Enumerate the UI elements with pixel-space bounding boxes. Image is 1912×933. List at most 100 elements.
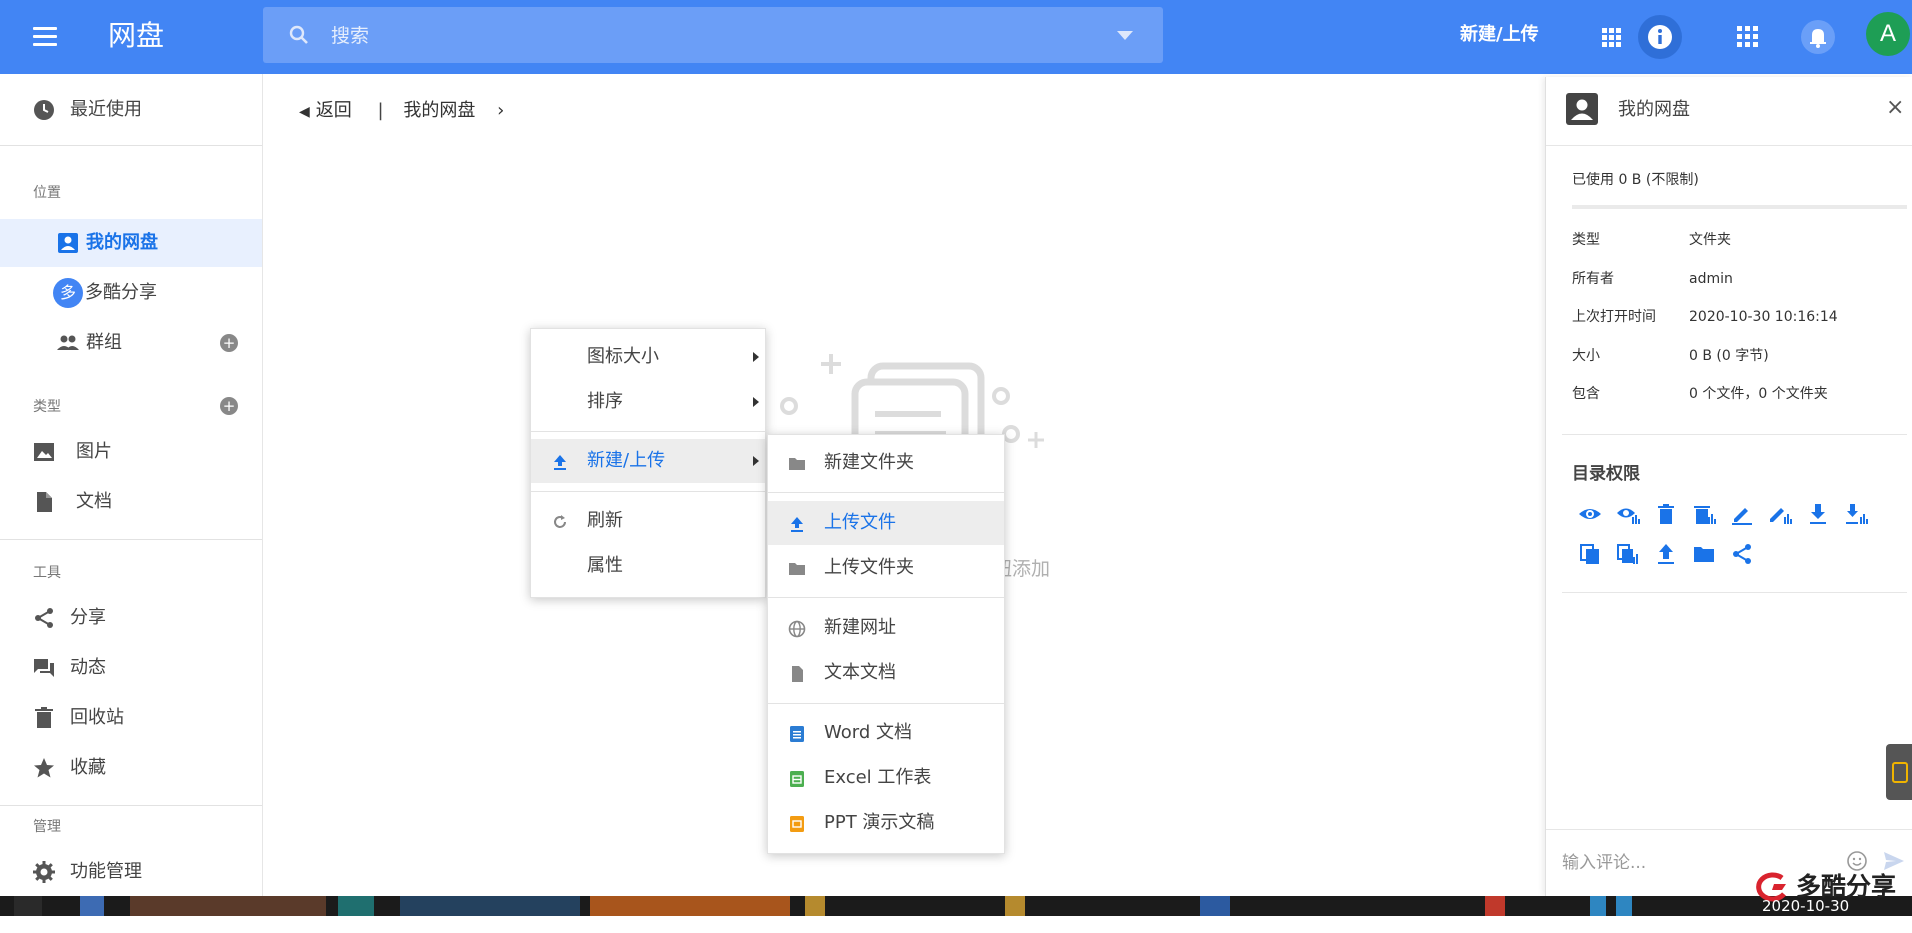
user-avatar[interactable]: A: [1866, 12, 1910, 56]
section-title-tools: 工具: [33, 565, 61, 581]
add-type-icon[interactable]: +: [220, 397, 238, 415]
edit-permission-icon[interactable]: [1730, 502, 1754, 526]
detail-value: 2020-10-30 10:16:14: [1689, 309, 1838, 325]
search-input[interactable]: [329, 17, 1093, 55]
back-arrow-icon[interactable]: ◀: [299, 104, 310, 120]
breadcrumb-chevron-icon[interactable]: ›: [497, 100, 504, 121]
search-bar[interactable]: [263, 7, 1163, 63]
panel-divider: [1546, 829, 1912, 830]
sidebar-item-label: 我的网盘: [86, 232, 158, 253]
detail-key: 大小: [1572, 348, 1600, 364]
sidebar-item-trash[interactable]: 回收站: [0, 694, 262, 742]
sidebar-item-recent[interactable]: 最近使用: [0, 86, 262, 134]
menu-item-properties[interactable]: 属性: [531, 544, 765, 588]
folder-permission-icon[interactable]: [1692, 542, 1716, 566]
document-icon: [37, 492, 52, 512]
sidebar-item-label: 功能管理: [70, 861, 142, 882]
tray-icon[interactable]: [1616, 896, 1632, 916]
sidebar-item-label: 群组: [86, 332, 122, 353]
detail-key: 类型: [1572, 232, 1600, 248]
sidebar-item-documents[interactable]: 文档: [0, 478, 262, 526]
menu-item-ppt[interactable]: PPT 演示文稿: [768, 801, 1004, 845]
folder-icon: [789, 563, 805, 575]
copy-stats-permission-icon[interactable]: [1616, 542, 1640, 566]
detail-value: 文件夹: [1689, 232, 1731, 248]
permissions-title: 目录权限: [1572, 464, 1640, 484]
new-upload-button[interactable]: 新建/上传: [1460, 22, 1539, 48]
taskbar-app[interactable]: [1200, 896, 1230, 916]
tray-icon[interactable]: [1590, 896, 1606, 916]
sidebar-item-favorites[interactable]: 收藏: [0, 744, 262, 792]
sidebar-item-feature-manage[interactable]: 功能管理: [0, 848, 262, 896]
taskbar-app[interactable]: [338, 896, 374, 916]
account-box-icon: [1566, 93, 1598, 125]
menu-item-icon-size[interactable]: 图标大小: [531, 335, 765, 379]
sidebar-item-label: 收藏: [70, 757, 106, 778]
copy-permission-icon[interactable]: [1578, 542, 1602, 566]
sidebar-item-share[interactable]: 分享: [0, 594, 262, 642]
taskbar-app[interactable]: [1485, 896, 1505, 916]
menu-item-new-folder[interactable]: 新建文件夹: [768, 441, 1004, 485]
info-icon[interactable]: [1636, 13, 1684, 61]
menu-item-label: PPT 演示文稿: [824, 812, 935, 833]
sidebar-item-images[interactable]: 图片: [0, 428, 262, 476]
taskbar-app[interactable]: [400, 896, 580, 916]
menu-item-word[interactable]: Word 文档: [768, 711, 1004, 755]
top-app-bar: 网盘 新建/上传 A: [0, 0, 1912, 74]
menu-item-upload-folder[interactable]: 上传文件夹: [768, 546, 1004, 590]
menu-item-label: 新建文件夹: [824, 452, 914, 473]
download-stats-permission-icon[interactable]: [1844, 502, 1868, 526]
view-permission-icon[interactable]: [1578, 502, 1602, 526]
download-permission-icon[interactable]: [1806, 502, 1830, 526]
add-group-icon[interactable]: +: [220, 334, 238, 352]
breadcrumb: ◀ 返回 | 我的网盘 ›: [299, 98, 510, 125]
taskbar-app[interactable]: [1005, 896, 1025, 916]
edit-stats-permission-icon[interactable]: [1768, 502, 1792, 526]
preview-permission-icon[interactable]: [1616, 502, 1640, 526]
breadcrumb-separator: |: [377, 100, 384, 121]
menu-item-upload-file[interactable]: 上传文件: [768, 501, 1004, 545]
emoji-icon[interactable]: [1846, 850, 1868, 872]
taskbar-app-active[interactable]: [590, 896, 790, 916]
sidebar-item-activity[interactable]: 动态: [0, 644, 262, 692]
apps-icon[interactable]: [1730, 19, 1766, 55]
menu-item-new-url[interactable]: 新建网址: [768, 606, 1004, 650]
grid-view-icon[interactable]: [1594, 19, 1630, 55]
section-title-type: 类型: [33, 399, 61, 415]
gear-icon: [33, 861, 55, 883]
delete-permission-icon[interactable]: [1654, 502, 1678, 526]
taskbar-app[interactable]: [130, 896, 326, 916]
menu-item-label: 排序: [587, 391, 623, 412]
app-title: 网盘: [108, 19, 165, 52]
new-upload-submenu: 新建文件夹 上传文件 上传文件夹 新建网址 文本文档 Word 文档 Excel…: [767, 434, 1005, 854]
breadcrumb-current[interactable]: 我的网盘: [403, 100, 475, 121]
taskbar-app[interactable]: [805, 896, 825, 916]
taskbar-app[interactable]: [80, 896, 104, 916]
back-link[interactable]: 返回: [316, 100, 352, 121]
menu-item-text-doc[interactable]: 文本文档: [768, 651, 1004, 695]
details-panel: 我的网盘 × 已使用 0 B (不限制) 类型 文件夹 所有者 admin 上次…: [1545, 77, 1912, 896]
share-permission-icon[interactable]: [1730, 542, 1754, 566]
sidebar-item-shared[interactable]: 多 多酷分享: [0, 269, 262, 317]
menu-item-refresh[interactable]: 刷新: [531, 499, 765, 543]
detail-key: 所有者: [1572, 271, 1614, 287]
upload-icon: [791, 517, 803, 532]
sidebar-item-my-drive[interactable]: 我的网盘: [0, 219, 262, 267]
menu-item-excel[interactable]: Excel 工作表: [768, 756, 1004, 800]
close-icon[interactable]: ×: [1886, 95, 1904, 121]
menu-item-sort[interactable]: 排序: [531, 380, 765, 424]
submenu-arrow-icon: [753, 456, 759, 466]
search-options-dropdown-icon[interactable]: [1117, 31, 1133, 40]
delete-stats-permission-icon[interactable]: [1692, 502, 1716, 526]
menu-item-label: 新建/上传: [587, 450, 666, 471]
hamburger-menu-icon[interactable]: [30, 22, 60, 52]
menu-item-new-upload[interactable]: 新建/上传: [531, 439, 765, 483]
side-handle-tab[interactable]: [1886, 744, 1912, 800]
panel-divider: [1562, 592, 1907, 593]
notification-bell-icon[interactable]: [1798, 17, 1838, 57]
upload-permission-icon[interactable]: [1654, 542, 1678, 566]
trash-icon: [35, 707, 53, 728]
shared-badge: 多: [53, 278, 83, 308]
send-icon[interactable]: [1882, 850, 1906, 872]
start-button[interactable]: [14, 896, 42, 916]
